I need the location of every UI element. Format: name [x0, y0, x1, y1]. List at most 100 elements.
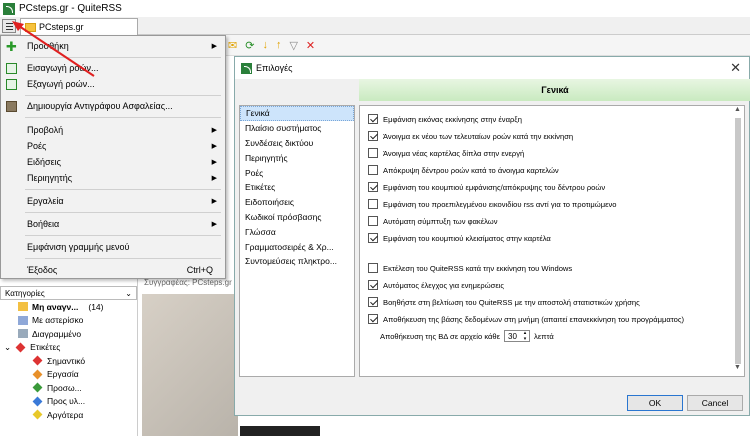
- backup-interval-unit: λεπτά: [534, 331, 554, 341]
- tab-pcsteps[interactable]: PCsteps.gr: [20, 18, 138, 35]
- menu-item-show-menubar[interactable]: Εμφάνιση γραμμής μενού: [1, 239, 225, 255]
- checkbox[interactable]: [368, 165, 378, 175]
- nav-shortcuts[interactable]: Συντομεύσεις πληκτρο...: [240, 254, 354, 269]
- nav-fonts-colors[interactable]: Γραμματοσειρές & Χρ...: [240, 239, 354, 254]
- menu-item-help[interactable]: Βοήθεια ▶: [1, 216, 225, 232]
- option-run-at-startup[interactable]: Εκτέλεση του QuiteRSS κατά την εκκίνηση …: [368, 261, 572, 275]
- refresh-icon[interactable]: ⟳: [245, 39, 254, 52]
- arrow-down-icon[interactable]: ↓: [262, 39, 268, 51]
- option-label: Αυτόματη σύμπτυξη των φακέλων: [383, 216, 498, 226]
- checkbox[interactable]: [368, 314, 378, 324]
- close-icon[interactable]: ✕: [730, 60, 741, 76]
- menu-item-news[interactable]: Ειδήσεις ▶: [1, 154, 225, 170]
- tree-label: Με αστερίσκο: [32, 315, 84, 326]
- option-send-statistics[interactable]: Βοηθήστε στη βελτίωση του QuiteRSS με τη…: [368, 295, 640, 309]
- collapse-icon[interactable]: ⌄: [125, 289, 132, 298]
- export-icon: [6, 78, 17, 90]
- backup-interval-spinbox[interactable]: 30: [504, 330, 531, 342]
- checkbox[interactable]: [368, 233, 378, 243]
- nav-general[interactable]: Γενικά: [240, 106, 354, 121]
- menu-item-view[interactable]: Προβολή ▶: [1, 122, 225, 138]
- menu-item-tools[interactable]: Εργαλεία ▶: [1, 193, 225, 209]
- option-tab-close-button[interactable]: Εμφάνιση του κουμπιού κλεισίματος στην κ…: [368, 231, 551, 245]
- tree-item-deleted[interactable]: Διαγραμμένο: [4, 327, 137, 341]
- menu-item-exit[interactable]: Έξοδος Ctrl+Q: [1, 262, 225, 278]
- tree-item-labels[interactable]: ⌄ Ετικέτες: [4, 341, 137, 355]
- checkbox[interactable]: [368, 216, 378, 226]
- tree-item-important[interactable]: Σημαντικό: [4, 354, 137, 368]
- ok-button[interactable]: OK: [627, 395, 683, 411]
- tree-label: Εργασία: [47, 369, 79, 380]
- option-collapse-folders[interactable]: Αυτόματη σύμπτυξη των φακέλων: [368, 214, 498, 228]
- options-dialog: Επιλογές ✕ Γενικά Γενικά Πλαίσιο συστήμα…: [234, 56, 750, 416]
- tree-item-unread[interactable]: Μη αναγν... (14): [4, 300, 137, 314]
- menu-item-export[interactable]: Εξαγωγή ροών...: [1, 76, 225, 92]
- checkbox[interactable]: [368, 297, 378, 307]
- nav-passwords[interactable]: Κωδικοί πρόσβασης: [240, 210, 354, 225]
- options-panel: Εμφάνιση εικόνας εκκίνησης στην έναρξη Ά…: [359, 105, 745, 377]
- submenu-arrow-icon: ▶: [211, 159, 217, 166]
- checkbox[interactable]: [368, 199, 378, 209]
- menu-item-add[interactable]: ✚ Προσθήκη ▶: [1, 38, 225, 54]
- tree-item-todo[interactable]: Προς υλ...: [4, 395, 137, 409]
- tree-item-personal[interactable]: Προσω...: [4, 381, 137, 395]
- main-toolbar: ✉ ⟳ ↓ ↑ ▽ ✕: [214, 35, 750, 56]
- option-hide-tree[interactable]: Απόκρυψη δέντρου ροών κατά το άνοιγμα κα…: [368, 163, 559, 177]
- option-check-updates[interactable]: Αυτόματος έλεγχος για ενημερώσεις: [368, 278, 504, 292]
- submenu-arrow-icon: ▶: [211, 175, 217, 182]
- main-menu-button[interactable]: [2, 19, 16, 33]
- nav-feeds[interactable]: Ροές: [240, 165, 354, 180]
- scroll-thumb[interactable]: [735, 118, 741, 364]
- option-label: Απόκρυψη δέντρου ροών κατά το άνοιγμα κα…: [383, 165, 559, 175]
- options-scrollbar[interactable]: ▲ ▼: [734, 106, 742, 376]
- menu-item-label: Εισαγωγή ροών...: [27, 63, 99, 73]
- checkbox[interactable]: [368, 114, 378, 124]
- tree-item-work[interactable]: Εργασία: [4, 368, 137, 382]
- submenu-arrow-icon: ▶: [211, 198, 217, 205]
- filter-icon[interactable]: ▽: [289, 39, 297, 52]
- option-label: Άνοιγμα εκ νέου των τελευταίων ροών κατά…: [383, 131, 574, 141]
- option-db-in-memory[interactable]: Αποθήκευση της βάσης δεδομένων στη μνήμη…: [368, 312, 684, 326]
- tree-label: Αργότερα: [47, 409, 84, 420]
- menu-item-backup[interactable]: Δημιουργία Αντιγράφου Ασφαλείας...: [1, 98, 225, 114]
- scroll-up-icon[interactable]: ▲: [734, 106, 741, 113]
- tree-label: Μη αναγν...: [32, 301, 79, 312]
- menu-item-label: Εμφάνιση γραμμής μενού: [27, 242, 130, 252]
- tree-label: Διαγραμμένο: [32, 328, 82, 339]
- checkbox[interactable]: [368, 148, 378, 158]
- checkbox[interactable]: [368, 280, 378, 290]
- nav-system-tray[interactable]: Πλαίσιο συστήματος: [240, 121, 354, 136]
- menu-item-label: Εξαγωγή ροών...: [27, 79, 95, 89]
- option-default-rss-icon[interactable]: Εμφάνιση του προεπιλεγμένου εικονιδίου r…: [368, 197, 617, 211]
- checkbox[interactable]: [368, 131, 378, 141]
- tree-item-starred[interactable]: Με αστερίσκο: [4, 314, 137, 328]
- mark-read-icon[interactable]: ✉: [228, 39, 237, 52]
- option-toggle-tree-button[interactable]: Εμφάνιση του κουμπιού εμφάνισης/απόκρυψη…: [368, 180, 605, 194]
- option-reopen-feeds[interactable]: Άνοιγμα εκ νέου των τελευταίων ροών κατά…: [368, 129, 573, 143]
- tree-item-later[interactable]: Αργότερα: [4, 408, 137, 422]
- checkbox[interactable]: [368, 263, 378, 273]
- nav-network[interactable]: Συνδέσεις δικτύου: [240, 136, 354, 151]
- menu-separator: [25, 95, 221, 96]
- backup-interval-value[interactable]: 30: [508, 332, 517, 341]
- nav-labels[interactable]: Ετικέτες: [240, 180, 354, 195]
- tree-label: Προς υλ...: [47, 396, 86, 407]
- categories-header[interactable]: Κατηγορίες ⌄: [0, 286, 137, 300]
- chevron-down-icon[interactable]: ⌄: [4, 342, 11, 353]
- nav-language[interactable]: Γλώσσα: [240, 224, 354, 239]
- option-splash[interactable]: Εμφάνιση εικόνας εκκίνησης στην έναρξη: [368, 112, 522, 126]
- menu-separator: [25, 117, 221, 118]
- menu-item-import[interactable]: Εισαγωγή ροών...: [1, 60, 225, 76]
- menu-item-feeds[interactable]: Ροές ▶: [1, 138, 225, 154]
- delete-icon[interactable]: ✕: [306, 39, 315, 52]
- option-new-tab-next[interactable]: Άνοιγμα νέας καρτέλας δίπλα στην ενεργή: [368, 146, 524, 160]
- hamburger-icon: [6, 23, 13, 24]
- nav-browser[interactable]: Περιηγητής: [240, 150, 354, 165]
- checkbox[interactable]: [368, 182, 378, 192]
- cancel-button[interactable]: Cancel: [687, 395, 743, 411]
- menu-item-browser[interactable]: Περιηγητής ▶: [1, 170, 225, 186]
- scroll-down-icon[interactable]: ▼: [734, 364, 741, 371]
- arrow-up-icon[interactable]: ↑: [276, 39, 282, 51]
- nav-notifications[interactable]: Ειδοποιήσεις: [240, 195, 354, 210]
- trash-icon: [18, 329, 28, 339]
